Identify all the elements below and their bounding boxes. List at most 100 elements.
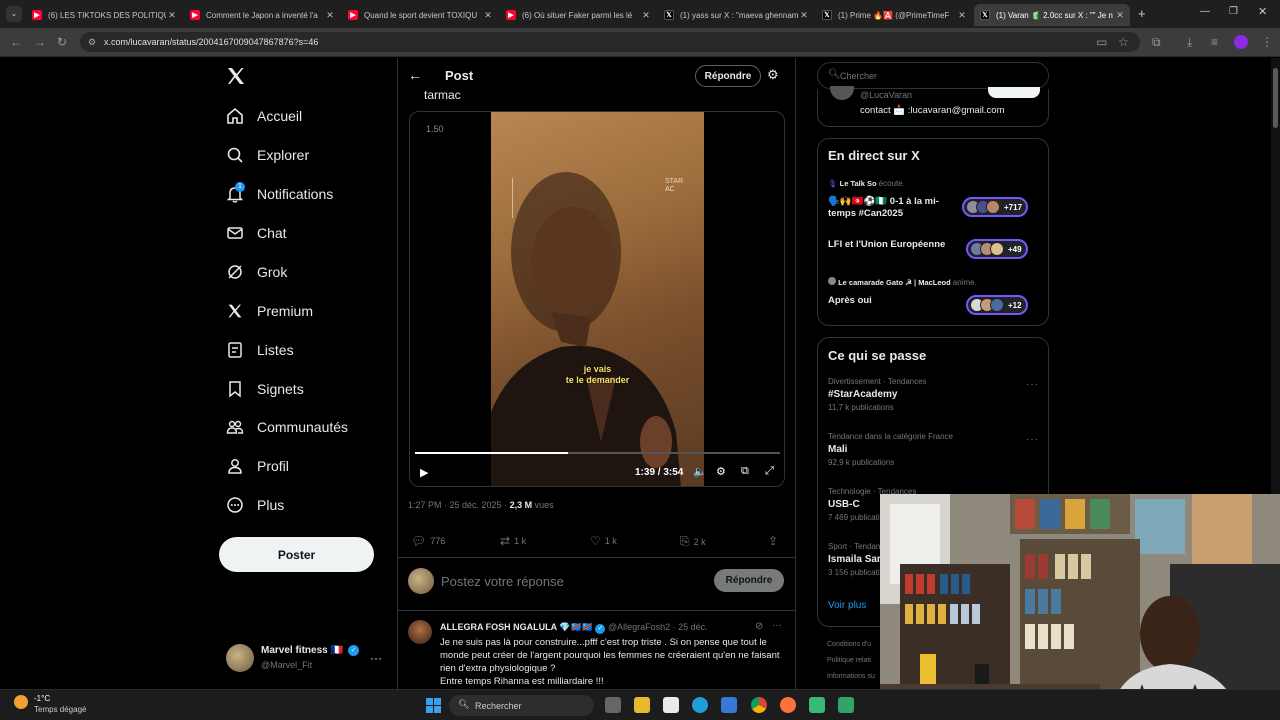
video-progress-track[interactable] [415,452,780,454]
app-icon[interactable] [809,697,825,713]
weather-icon[interactable] [14,695,28,709]
volume-icon[interactable]: 🔈 [693,465,707,478]
browser-tab[interactable]: 𝕏 (1) Prime 🔥🅰️ (@PrimeTimeF ✕ [816,4,972,26]
nav-lists[interactable]: Listes [226,336,294,364]
youtube-icon: ▶ [348,10,358,20]
verified-icon: ✓ [595,624,606,634]
live-item[interactable]: Le camarade Gato ☭ | MacLeod anime. Aprè… [828,277,1040,319]
divider [398,610,795,611]
menu-icon[interactable]: ⋮ [1261,35,1273,49]
nav-notifications[interactable]: 1 Notifications [226,180,333,208]
account-switcher[interactable]: Marvel fitness 🇫🇷 ✓ @Marvel_Fit ··· [226,643,386,675]
new-tab-icon[interactable]: + [1138,6,1146,21]
notepad-icon[interactable] [663,697,679,713]
trend-item[interactable]: Tendance dans la catégorie France Mali 9… [828,432,1038,467]
reply-count[interactable]: 💬︎ 776 [411,534,445,548]
repost-icon: ⇄ [500,534,511,548]
more-icon[interactable]: ··· [370,651,382,665]
close-tab-icon[interactable]: ✕ [166,10,178,21]
start-icon[interactable] [426,698,441,713]
browser-tab-active[interactable]: 𝕏 (1) Varan 🧃 2.0cc sur X : "" Je n ✕ [974,4,1130,26]
browser-tab[interactable]: ▶ (6) LES TIKTOKS DES POLITIQU ✕ [26,4,182,26]
url-field[interactable]: ⚙ x.com/lucavaran/status/200416700904786… [80,32,1140,52]
pip-icon[interactable]: ⧉ [741,465,749,478]
settings-sliders-icon[interactable]: ⚙ [767,67,779,83]
reply-text: Je ne suis pas là pour construire...pfff… [440,637,780,687]
chrome-icon[interactable] [751,697,767,713]
download-icon[interactable]: ⤓ [1187,35,1192,50]
app-icon[interactable] [838,697,854,713]
share-icon[interactable]: ⇪ [768,534,782,548]
profile-card: @LucaVaran contact 📩 :lucavaran@gmail.co… [817,86,1049,127]
back-arrow-icon[interactable]: ← [408,67,422,83]
nav-grok[interactable]: Grok [226,258,287,286]
video-player[interactable]: 1.50 STAR AC je vais te le demander ▶ 1:… [409,111,785,487]
browser-tab[interactable]: ▶ Quand le sport devient TOXIQU ✕ [342,4,498,26]
account-handle: @Marvel_Fit [261,660,313,670]
back-icon[interactable]: ← [10,35,22,49]
nav-premium[interactable]: Premium [226,297,313,325]
like-count[interactable]: ♡ 1 k [590,534,617,548]
install-app-icon[interactable]: ▭ [1096,35,1107,49]
tab-search-icon[interactable]: ⌄ [6,6,22,22]
store-icon[interactable] [721,697,737,713]
grok-icon[interactable]: ⊘ [755,621,763,632]
x-icon: 𝕏 [980,10,990,20]
firefox-icon[interactable] [780,697,796,713]
browser-tab[interactable]: ▶ (6) Où situer Faker parmi les lé ✕ [500,4,656,26]
browser-tab[interactable]: ▶ Comment le Japon a inventé l'a ✕ [184,4,340,26]
reply-submit-button[interactable]: Répondre [714,569,784,592]
maximize-icon[interactable]: ❐ [1229,6,1238,17]
show-more-link[interactable]: Voir plus [828,600,866,611]
post-button[interactable]: Poster [219,537,374,572]
close-window-icon[interactable]: ✕ [1258,5,1267,18]
live-item[interactable]: 🎙︎ Le Talk So écoute. 🗣️🙌🇹🇳⚽🇳🇬 0-1 à la … [828,179,1040,225]
browser-tab[interactable]: 𝕏 (1) yass sur X : "maeva ghennam ✕ [658,4,814,26]
extensions-icon[interactable]: ⧉ [1152,35,1161,50]
fullscreen-icon[interactable]: ⤢ [765,465,774,478]
close-tab-icon[interactable]: ✕ [798,10,810,21]
avatar [408,620,432,644]
follow-button[interactable] [988,87,1040,98]
x-logo-icon[interactable] [226,66,246,86]
more-icon[interactable]: ··· [1026,379,1039,390]
live-item[interactable]: LFI et l'Union Européenne +49 [828,235,1040,265]
reply-header-button[interactable]: Répondre [695,65,761,87]
nav-explore[interactable]: Explorer [226,141,309,169]
reply-input[interactable]: Postez votre réponse [441,574,564,589]
trend-item[interactable]: Divertissement · Tendances #StarAcademy … [828,377,1038,412]
bookmark-count[interactable]: ⎘ 2 k [680,534,706,549]
repost-count[interactable]: ⇄ 1 k [500,534,526,548]
reply-post[interactable]: ALLEGRA FOSH NGALULA 💎🇨🇩🇨🇩 ✓ @AllegraFos… [408,620,786,688]
search-input[interactable]: 🔍︎ Chercher [817,62,1049,89]
nav-communities[interactable]: Communautés [226,413,348,441]
close-tab-icon[interactable]: ✕ [482,10,494,21]
media-control-icon[interactable]: ≡ [1211,35,1218,49]
video-frame: STAR AC je vais te le demander [491,112,704,486]
close-tab-icon[interactable]: ✕ [1114,10,1126,21]
reload-icon[interactable]: ↻ [57,35,67,49]
forward-icon[interactable]: → [34,35,46,49]
edge-icon[interactable] [692,697,708,713]
nav-home[interactable]: Accueil [226,102,302,130]
close-tab-icon[interactable]: ✕ [324,10,336,21]
close-tab-icon[interactable]: ✕ [640,10,652,21]
video-settings-icon[interactable]: ⚙ [716,465,726,478]
file-explorer-icon[interactable] [634,697,650,713]
task-view-icon[interactable] [605,697,621,713]
profile-avatar[interactable] [1234,35,1248,49]
more-icon[interactable]: ··· [1026,434,1039,445]
nav-more[interactable]: Plus [226,491,284,519]
scrollbar-thumb[interactable] [1273,68,1278,128]
taskbar-search[interactable]: 🔍︎ Rechercher [449,695,594,716]
nav-chat[interactable]: Chat [226,219,287,247]
video-subtitle: je vais te le demander [565,364,630,385]
site-info-icon[interactable]: ⚙ [88,32,96,52]
more-icon[interactable]: ··· [772,620,782,631]
bookmark-star-icon[interactable]: ☆ [1118,35,1129,49]
close-tab-icon[interactable]: ✕ [956,10,968,21]
nav-bookmarks[interactable]: Signets [226,375,304,403]
play-icon[interactable]: ▶ [420,466,428,479]
minimize-icon[interactable]: — [1200,6,1210,17]
nav-profile[interactable]: Profil [226,452,289,480]
